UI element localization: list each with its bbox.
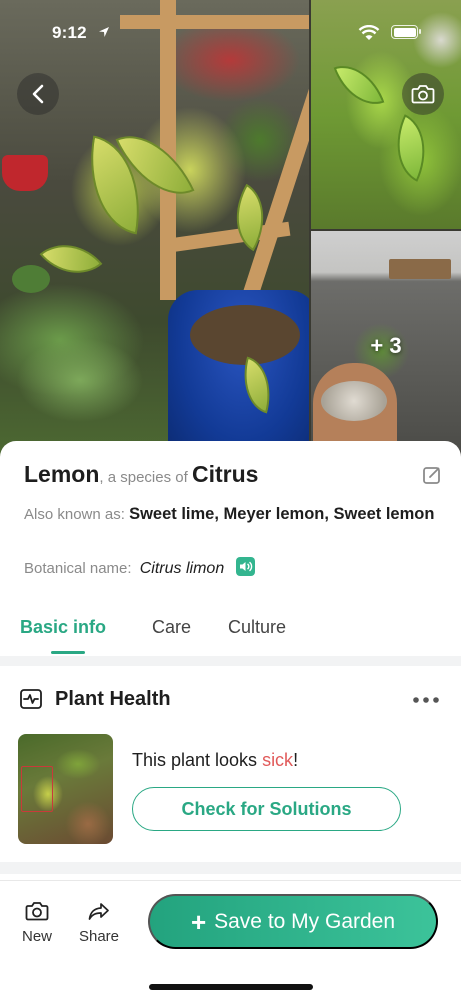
plant-title: Lemon, a species of Citrus xyxy=(24,461,258,488)
main-plant-photo[interactable] xyxy=(0,0,309,460)
plant-common-name: Lemon xyxy=(24,461,100,487)
health-message-suffix: ! xyxy=(293,750,299,770)
camera-button[interactable] xyxy=(402,73,444,115)
tab-care[interactable]: Care xyxy=(152,617,191,638)
species-connector: , a species of xyxy=(99,469,192,486)
pot-soil xyxy=(190,305,300,365)
save-to-garden-label: Save to My Garden xyxy=(214,909,396,933)
location-arrow-icon xyxy=(99,27,109,37)
health-status-message: This plant looks sick! xyxy=(132,750,298,771)
leaf xyxy=(333,55,385,115)
info-tabs: Basic info Care Culture xyxy=(0,617,461,656)
more-dots-icon[interactable] xyxy=(412,696,440,704)
share-label: Share xyxy=(78,928,120,945)
active-tab-indicator xyxy=(51,651,85,654)
tab-basic-info[interactable]: Basic info xyxy=(20,617,106,638)
back-button[interactable] xyxy=(17,73,59,115)
section-divider xyxy=(0,656,461,666)
botanical-value: Citrus limon xyxy=(139,560,225,577)
new-label: New xyxy=(21,928,52,945)
red-pot-decor xyxy=(2,155,48,191)
camera-icon xyxy=(411,85,435,104)
more-photos-count[interactable]: + 3 xyxy=(311,231,461,460)
botanical-name-row: Botanical name: Citrus limon xyxy=(24,557,256,578)
health-message-prefix: This plant looks xyxy=(132,750,263,770)
speaker-button[interactable] xyxy=(236,557,256,576)
camera-icon xyxy=(25,902,49,921)
speaker-icon xyxy=(240,561,253,572)
aka-value: Sweet lime, Meyer lemon, Sweet lemon xyxy=(129,505,435,523)
plant-health-title: Plant Health xyxy=(55,688,171,710)
share-arrow-icon xyxy=(88,903,109,920)
bottom-action-bar: New Share + Save to My Garden xyxy=(0,880,461,999)
plus-icon: + xyxy=(190,906,207,937)
aka-label: Also known as: xyxy=(24,506,130,523)
chevron-left-icon xyxy=(32,84,44,104)
status-time: 9:12 xyxy=(52,23,87,42)
secondary-photo-top[interactable] xyxy=(311,0,461,229)
photo-gallery[interactable]: + 3 9:12 xyxy=(0,0,461,460)
diagnosis-thumbnail[interactable] xyxy=(18,734,113,844)
trellis-bar xyxy=(120,15,309,29)
check-solutions-button[interactable]: Check for Solutions xyxy=(132,787,401,831)
leaf xyxy=(381,114,441,182)
edit-icon[interactable] xyxy=(422,465,442,485)
battery-icon xyxy=(391,25,421,39)
botanical-label: Botanical name: xyxy=(24,560,132,577)
save-to-garden-button[interactable]: + Save to My Garden xyxy=(148,894,438,949)
section-divider xyxy=(0,862,461,874)
problem-highlight-box xyxy=(21,766,53,812)
wifi-icon xyxy=(358,25,380,40)
tab-culture[interactable]: Culture xyxy=(228,617,286,638)
plant-health-card: Plant Health This plant looks sick! Chec… xyxy=(0,666,461,862)
secondary-photo-bottom[interactable]: + 3 xyxy=(311,231,461,460)
pulse-icon xyxy=(20,689,42,709)
plant-info-sheet: Lemon, a species of Citrus Also known as… xyxy=(0,441,461,656)
health-status-word: sick xyxy=(262,750,294,770)
new-button[interactable]: New xyxy=(12,901,62,945)
plant-genus: Citrus xyxy=(191,461,259,487)
share-button[interactable]: Share xyxy=(74,901,124,945)
also-known-as: Also known as: Sweet lime, Meyer lemon, … xyxy=(24,503,444,526)
home-indicator xyxy=(149,984,313,990)
